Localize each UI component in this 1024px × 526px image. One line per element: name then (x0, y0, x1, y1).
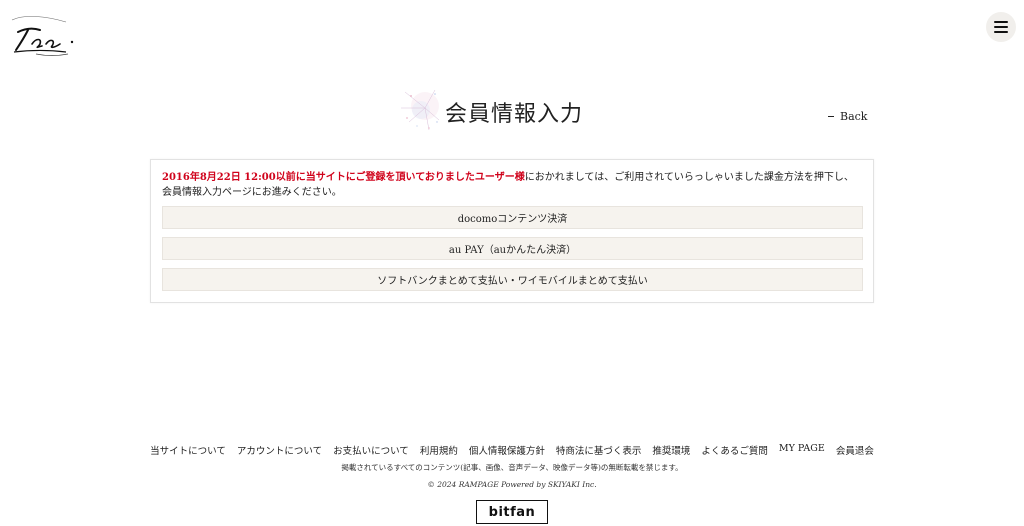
docomo-payment-button[interactable]: docomoコンテンツ決済 (162, 206, 863, 229)
notice-highlight: 2016年8月22日 12:00以前に当サイトにご登録を頂いておりましたユーザー… (162, 172, 525, 183)
site-logo[interactable] (6, 12, 76, 60)
bitfan-label: bitfan (488, 504, 536, 520)
notice-text: 2016年8月22日 12:00以前に当サイトにご登録を頂いておりましたユーザー… (162, 171, 862, 200)
menu-button[interactable] (986, 12, 1016, 42)
page: 会員情報入力 Back 2016年8月22日 12:00以前に当サイトにご登録を… (0, 0, 1024, 526)
footer-link-mypage[interactable]: MY PAGE (779, 443, 825, 457)
softbank-payment-button[interactable]: ソフトバンクまとめて支払い・ワイモバイルまとめて支払い (162, 268, 863, 291)
signature-logo-icon (11, 16, 74, 56)
footer-link-account[interactable]: アカウントについて (237, 443, 322, 457)
copyright-note: 掲載されているすべてのコンテンツ(記事、画像、音声データ、映像データ等)の無断転… (341, 463, 683, 472)
hamburger-icon (994, 21, 1008, 33)
dash-icon (828, 116, 834, 117)
footer-nav: 当サイトについて アカウントについて お支払いについて 利用規約 個人情報保護方… (0, 443, 1024, 457)
footer-link-environment[interactable]: 推奨環境 (652, 443, 690, 457)
powered-by: © 2024 RAMPAGE Powered by SKIYAKI Inc. (427, 480, 597, 489)
footer-link-payment[interactable]: お支払いについて (333, 443, 409, 457)
footer-link-terms[interactable]: 利用規約 (420, 443, 458, 457)
footer-link-about[interactable]: 当サイトについて (150, 443, 226, 457)
au-pay-button[interactable]: au PAY（auかんたん決済） (162, 237, 863, 260)
bitfan-logo[interactable]: bitfan (476, 500, 548, 524)
page-title: 会員情報入力 (445, 102, 584, 127)
back-link[interactable]: Back (828, 110, 867, 123)
footer-link-tokushoho[interactable]: 特商法に基づく表示 (556, 443, 642, 457)
footer-link-faq[interactable]: よくあるご質問 (701, 443, 768, 457)
payment-notice-card: 2016年8月22日 12:00以前に当サイトにご登録を頂いておりましたユーザー… (150, 159, 874, 303)
footer-link-withdraw[interactable]: 会員退会 (836, 443, 874, 457)
footer-link-privacy[interactable]: 個人情報保護方針 (469, 443, 545, 457)
back-label: Back (840, 110, 868, 123)
title-area: 会員情報入力 (395, 82, 655, 142)
